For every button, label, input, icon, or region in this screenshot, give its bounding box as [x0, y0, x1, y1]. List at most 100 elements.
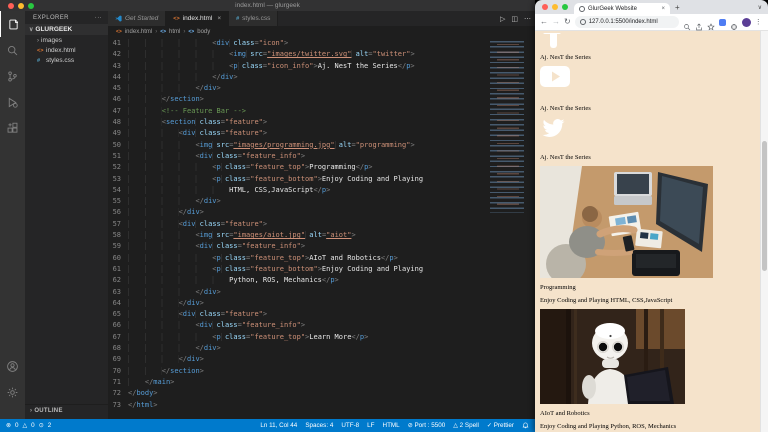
settings-gear-icon[interactable] — [0, 379, 25, 405]
vscode-titlebar: index.html — glurgeek — [0, 0, 535, 11]
breadcrumb-html[interactable]: html — [169, 29, 180, 35]
code-line: 52 <p class="feature_top">Programming</p… — [108, 162, 535, 173]
browser-window-controls[interactable] — [542, 4, 568, 10]
puzzle-extensions-icon[interactable] — [730, 18, 738, 26]
split-editor-icon[interactable]: ◫ — [511, 15, 518, 23]
spell-checker[interactable]: △ 2 Spell — [453, 422, 479, 429]
tab-get-started[interactable]: Get Started — [108, 11, 166, 26]
chevron-right-icon: › — [30, 408, 32, 414]
status-bar: ⊗ 0 △ 0 ⊙ 2 Ln 11, Col 44 Spaces: 4 UTF-… — [0, 419, 535, 432]
facebook-icon[interactable] — [540, 33, 566, 48]
code-editor[interactable]: 41 <div class="icon">42 <img src="images… — [108, 38, 535, 419]
sidebar-item-index-html[interactable]: <>index.html — [25, 45, 108, 55]
code-line: 55 </div> — [108, 196, 535, 207]
explorer-icon[interactable] — [0, 11, 25, 37]
window-title: index.html — glurgeek — [0, 2, 535, 9]
notifications-bell-icon[interactable] — [522, 422, 529, 429]
more-actions-icon[interactable]: ⋯ — [524, 15, 531, 23]
warnings-count: 0 — [31, 422, 35, 429]
explorer-more-icon[interactable]: ··· — [95, 15, 102, 21]
project-root-folder[interactable]: ∨GLURGEEK — [25, 24, 108, 35]
symbol-icon: <> — [188, 29, 194, 35]
new-tab-button[interactable]: + — [675, 3, 680, 12]
code-line: 45 </div> — [108, 83, 535, 94]
code-line: 51 <div class="feature_info"> — [108, 151, 535, 162]
symbol-icon: <> — [160, 29, 166, 35]
code-line: 46 </section> — [108, 94, 535, 105]
site-info-icon[interactable] — [580, 19, 586, 25]
sidebar-item-styles-css[interactable]: #styles.css — [25, 55, 108, 65]
forward-button[interactable]: → — [552, 18, 560, 26]
extensions-icon[interactable] — [0, 115, 25, 141]
html-file-icon: <> — [37, 48, 46, 54]
activity-bar-bottom — [0, 353, 25, 405]
code-line: 61 <p class="feature_bottom">Enjoy Codin… — [108, 264, 535, 275]
tab-bar: Get Started <> index.html × # styles.css… — [108, 11, 535, 26]
robot-photo — [540, 309, 685, 404]
eol[interactable]: LF — [367, 422, 374, 429]
tab-search-chevron-icon[interactable]: ∨ — [758, 4, 762, 11]
tab-styles-css[interactable]: # styles.css — [229, 11, 278, 26]
code-line: 69 </div> — [108, 354, 535, 365]
back-button[interactable]: ← — [540, 18, 548, 26]
prettier-status[interactable]: ✓ Prettier — [487, 422, 514, 429]
feature-title: Programming — [540, 284, 760, 291]
code-line: 56 </div> — [108, 207, 535, 218]
scrollbar-thumb[interactable] — [762, 141, 767, 271]
indentation[interactable]: Spaces: 4 — [305, 422, 333, 429]
html-file-icon: <> — [116, 29, 122, 35]
close-tab-icon[interactable]: × — [217, 15, 221, 22]
run-preview-icon[interactable]: ▷ — [500, 15, 505, 23]
tab-index-html[interactable]: <> index.html × — [166, 11, 229, 26]
share-icon[interactable] — [695, 18, 703, 26]
programming-photo — [540, 166, 713, 278]
code-line: 57 <div class="feature"> — [108, 219, 535, 230]
address-bar[interactable]: 127.0.0.1:5500/index.html — [575, 16, 679, 28]
browser-menu-icon[interactable]: ⋮ — [755, 18, 762, 26]
twitter-icon[interactable] — [540, 117, 760, 144]
code-line: 73</html> — [108, 400, 535, 411]
cursor-position[interactable]: Ln 11, Col 44 — [260, 422, 297, 429]
maximize-window-button[interactable] — [562, 4, 568, 10]
code-line: 60 <p class="feature_top">AIoT and Robot… — [108, 253, 535, 264]
browser-scrollbar[interactable] — [760, 31, 768, 432]
breadcrumb-file[interactable]: index.html — [125, 29, 152, 35]
close-tab-icon[interactable]: × — [661, 6, 665, 12]
live-server-port[interactable]: ⊘ Port : 5500 — [408, 422, 446, 429]
warnings-icon: △ — [23, 422, 28, 429]
browser-tab[interactable]: GlurGeek Website × — [574, 3, 670, 14]
web-page: Aj. NesT the Series Aj. NesT the Series … — [535, 31, 760, 432]
language-mode[interactable]: HTML — [383, 422, 400, 429]
breadcrumb-body[interactable]: body — [197, 29, 210, 35]
run-debug-icon[interactable] — [0, 89, 25, 115]
explorer-header: EXPLORER ··· — [25, 11, 108, 24]
minimap[interactable] — [485, 38, 535, 419]
reload-button[interactable]: ↻ — [564, 18, 571, 26]
close-window-button[interactable] — [542, 4, 548, 10]
bookmark-star-icon[interactable] — [707, 18, 715, 26]
zoom-search-icon[interactable] — [683, 18, 691, 26]
minimap-code-marks — [497, 44, 519, 209]
source-control-icon[interactable] — [0, 63, 25, 89]
code-line: 44 </div> — [108, 72, 535, 83]
tab-label: index.html — [183, 15, 213, 22]
minimize-window-button[interactable] — [552, 4, 558, 10]
chevron-down-icon: ∨ — [29, 27, 33, 33]
profile-avatar[interactable] — [742, 18, 751, 27]
status-bar-right: Ln 11, Col 44 Spaces: 4 UTF-8 LF HTML ⊘ … — [260, 422, 529, 429]
account-icon[interactable] — [0, 353, 25, 379]
url-text[interactable]: 127.0.0.1:5500/index.html — [589, 19, 658, 25]
encoding[interactable]: UTF-8 — [341, 422, 359, 429]
screen: index.html — glurgeek — [0, 0, 768, 432]
youtube-icon[interactable] — [540, 66, 760, 92]
outline-section[interactable]: ›OUTLINE — [25, 404, 108, 417]
code-line: 72</body> — [108, 388, 535, 399]
code-line: 64 </div> — [108, 298, 535, 309]
extension-icon[interactable] — [719, 19, 726, 26]
breadcrumb[interactable]: <> index.html › <> html › <> body — [108, 26, 535, 38]
search-icon[interactable] — [0, 37, 25, 63]
sidebar-item-images[interactable]: ›images — [25, 35, 108, 45]
social-label: Aj. NesT the Series — [540, 105, 760, 112]
vscode-logo-icon — [115, 15, 122, 22]
problems-indicator[interactable]: ⊗ 0 △ 0 ⊙ 2 — [6, 422, 51, 429]
